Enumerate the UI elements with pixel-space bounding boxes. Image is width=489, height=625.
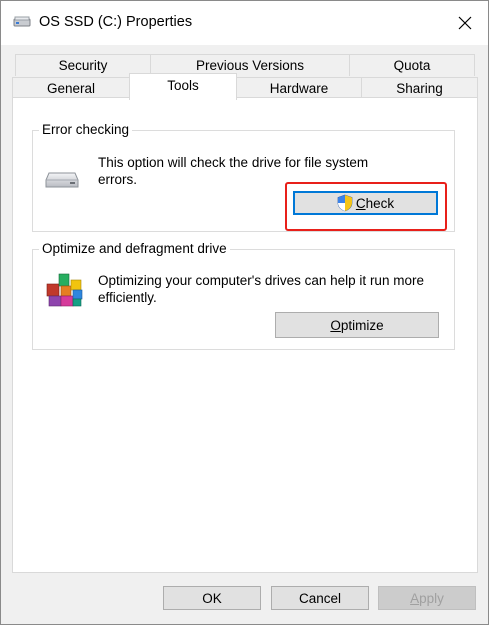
tab-sharing[interactable]: Sharing: [361, 77, 478, 99]
label-text: ptimize: [340, 317, 384, 333]
tab-label: Hardware: [269, 81, 329, 96]
error-checking-group: Error checking This option will check th…: [32, 122, 455, 232]
description-line: This option will check the drive for fil…: [98, 155, 369, 170]
tab-hardware[interactable]: Hardware: [236, 77, 362, 99]
tab-label: Security: [58, 58, 108, 73]
optimize-group: Optimize and defragment drive Optimizing…: [32, 241, 455, 350]
apply-button[interactable]: Apply: [378, 586, 476, 610]
description-line: efficiently.: [98, 290, 157, 305]
drive-icon: [13, 16, 31, 27]
optimize-title: Optimize and defragment drive: [39, 241, 230, 257]
tab-label: Sharing: [396, 81, 443, 96]
cancel-button[interactable]: Cancel: [271, 586, 369, 610]
optimize-description: Optimizing your computer's drives can he…: [98, 272, 424, 306]
properties-dialog: OS SSD (C:) Properties Security Previous…: [0, 0, 489, 625]
tab-label: Previous Versions: [195, 58, 305, 73]
tab-general[interactable]: General: [12, 77, 130, 99]
error-checking-title: Error checking: [39, 122, 133, 138]
ok-button[interactable]: OK: [163, 586, 261, 610]
title-bar[interactable]: OS SSD (C:) Properties: [1, 1, 488, 45]
window-title: OS SSD (C:) Properties: [39, 14, 193, 30]
apply-button-label: Apply: [410, 591, 444, 606]
hard-drive-icon: [45, 172, 79, 188]
description-line: Optimizing your computer's drives can he…: [98, 273, 424, 288]
close-button[interactable]: [442, 1, 488, 45]
cancel-button-label: Cancel: [298, 590, 342, 606]
accelerator-key: A: [410, 590, 420, 606]
close-icon: [458, 16, 472, 30]
dialog-footer: OK Cancel Apply: [1, 580, 488, 624]
ok-button-label: OK: [202, 590, 222, 606]
tab-quota[interactable]: Quota: [349, 54, 475, 76]
accelerator-key: O: [330, 317, 341, 333]
tab-tools[interactable]: Tools: [129, 73, 237, 100]
label-text: pply: [419, 590, 444, 606]
annotation-highlight-box: [285, 182, 447, 231]
tab-label: General: [46, 81, 96, 96]
optimize-button[interactable]: Optimize: [275, 312, 439, 338]
optimize-button-label: Optimize: [330, 318, 383, 333]
tab-label: Quota: [393, 58, 431, 73]
tab-label: Tools: [167, 78, 199, 93]
defrag-icon: [46, 273, 83, 307]
tools-tab-panel: Error checking This option will check th…: [12, 97, 478, 573]
